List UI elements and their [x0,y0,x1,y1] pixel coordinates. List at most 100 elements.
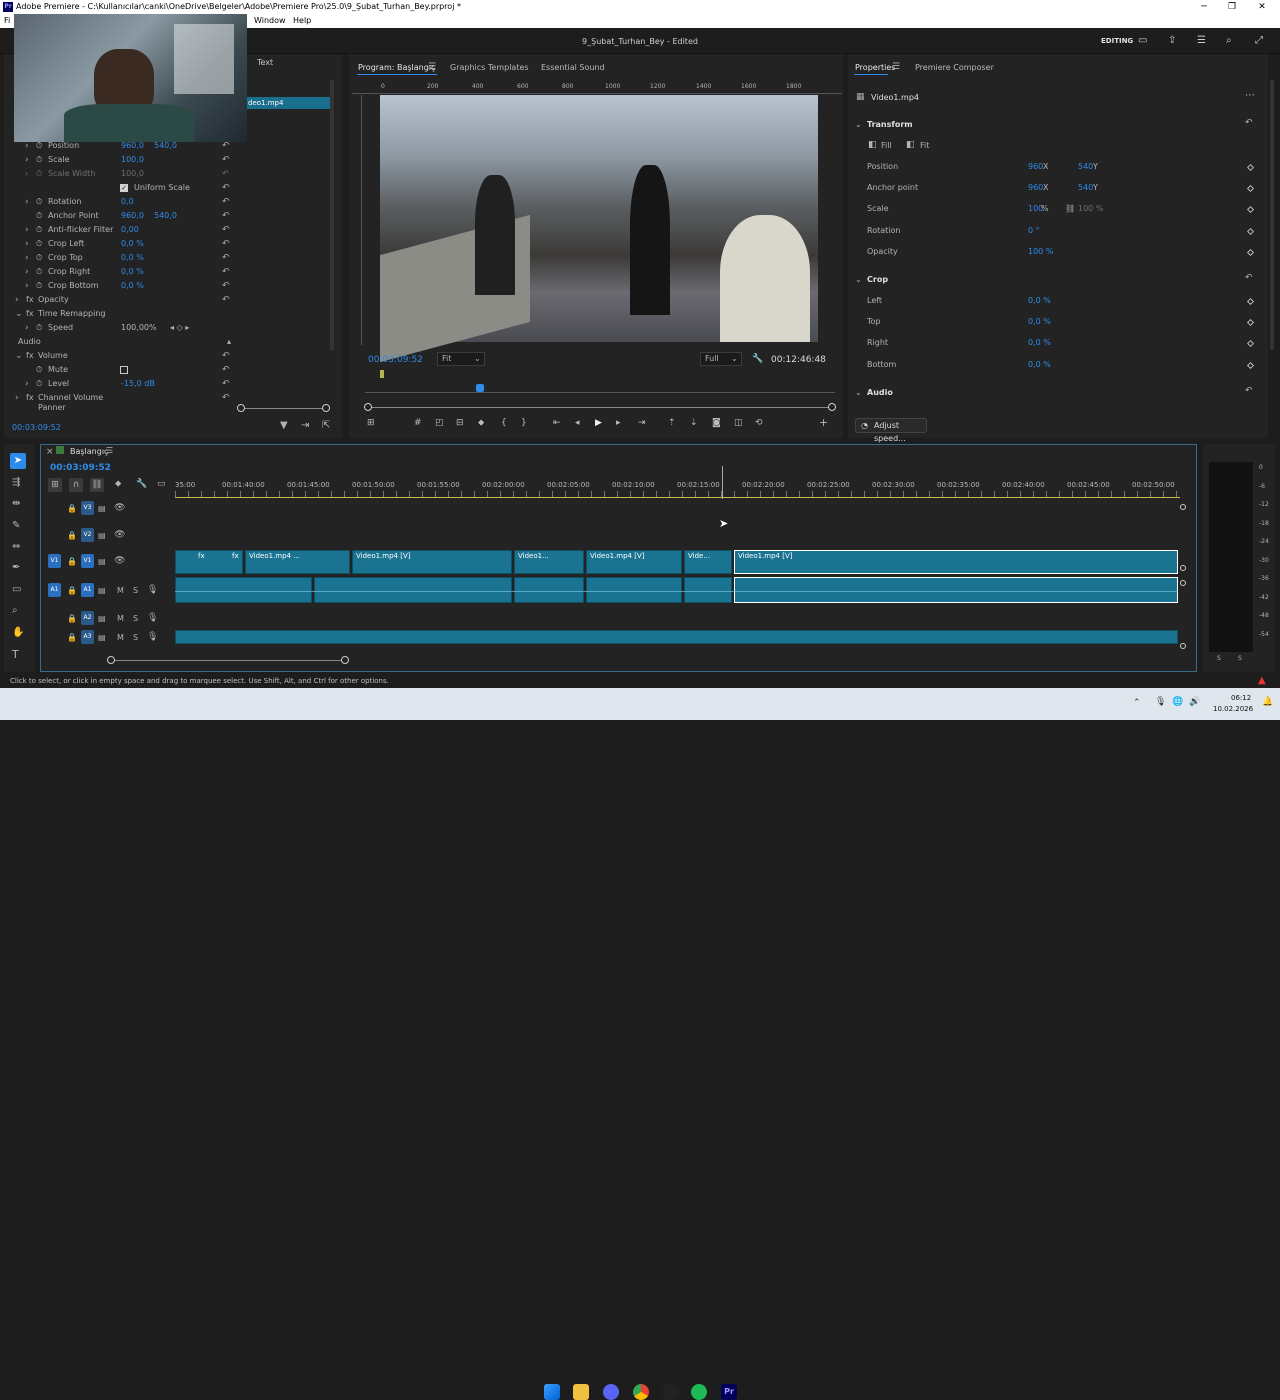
transform-chevron-icon[interactable]: ⌄ [855,120,862,129]
track-a2[interactable]: A2 [81,611,94,625]
solo-right-button[interactable]: S [1238,655,1242,662]
sync-icon[interactable]: ▤ [98,531,106,540]
grid-icon[interactable]: # [414,418,422,428]
track-a1[interactable]: A1 [81,583,94,597]
program-zoom-handle-left[interactable] [364,403,372,411]
tray-expand-icon[interactable]: ⌃ [1133,698,1141,708]
add-marker-icon[interactable]: ⬥ [115,479,121,489]
microphone-icon[interactable]: 🎙 [147,632,158,642]
track-v2[interactable]: V2 [81,528,94,542]
github-icon[interactable] [662,1384,678,1400]
video-clip-selected[interactable]: Video1.mp4 [V] [734,550,1178,574]
mark-in-icon[interactable]: { [501,418,507,428]
video-clip[interactable]: fx fx [175,550,243,574]
lock-icon[interactable]: 🔒 [67,633,77,642]
keyframe-icon[interactable] [1246,297,1255,306]
mute-checkbox[interactable] [120,366,128,374]
program-menu-icon[interactable]: ☰ [428,62,436,72]
workspace-label[interactable]: EDITING [1101,37,1133,45]
link-icon[interactable]: ⛓ [1065,199,1075,219]
keyframe-icon[interactable] [1246,184,1255,193]
mark-out-icon[interactable]: } [521,418,527,428]
minimize-icon[interactable]: ─ [1192,0,1216,14]
file-explorer-icon[interactable] [573,1384,589,1400]
captions-icon[interactable]: ▭ [157,479,166,489]
effect-zoom-handle-right[interactable] [322,404,330,412]
sync-icon[interactable]: ▤ [98,504,106,513]
eye-icon[interactable]: 👁 [114,530,125,540]
panel-scrollbar[interactable] [330,80,334,350]
adjust-speed-button[interactable]: ◔ Adjust speed... [855,418,927,443]
spotify-icon[interactable] [691,1384,707,1400]
clip-bar[interactable]: deo1.mp4 [246,97,332,109]
timeline-timecode[interactable]: 00:03:09:52 [50,463,111,473]
crop-chevron-icon[interactable]: ⌄ [855,275,862,284]
vertical-zoom-handle[interactable] [1180,580,1186,586]
program-zoom-bar[interactable] [368,407,830,408]
fullscreen-icon[interactable]: ⤢ [1255,35,1263,46]
sync-icon[interactable]: ▤ [98,557,106,566]
ripple-edit-icon[interactable]: ⇹ [12,498,20,509]
vr-icon[interactable]: ⟲ [755,418,763,428]
clock-time[interactable]: 06:12 [1231,694,1251,702]
timeline-scroll-left[interactable] [107,656,115,664]
menu-help[interactable]: Help [293,14,311,28]
tab-properties[interactable]: Properties [855,63,895,72]
insert-sequence-icon[interactable]: ⊞ [48,478,62,492]
add-button-icon[interactable]: + [819,416,828,429]
filter-icon[interactable]: ▼ [280,420,288,431]
hand-tool-icon[interactable]: ✋ [12,627,24,638]
zoom-dropdown[interactable]: Fit ⌄ [437,352,485,366]
video-clip[interactable]: Video1... [514,550,584,574]
discord-icon[interactable] [603,1384,619,1400]
solo-track-button[interactable]: S [133,586,138,595]
play-icon[interactable]: ▶ [595,418,602,428]
transform-reset-icon[interactable]: ↶ [1245,118,1253,128]
mute-track-button[interactable]: M [117,633,124,642]
fit-button[interactable]: Fit [920,141,929,150]
program-zoom-handle-right[interactable] [828,403,836,411]
timeline-scroll-bar[interactable] [111,660,345,661]
premiere-taskbar-icon[interactable]: Pr [721,1384,737,1400]
timeline-wrench-icon[interactable]: 🔧 [136,479,147,489]
video-clip[interactable]: Video1.mp4 [V] [352,550,512,574]
keyframe-icon[interactable] [1246,339,1255,348]
properties-menu-icon[interactable]: ☰ [892,62,900,72]
properties-scrollbar[interactable] [1270,80,1274,350]
keyframe-icon[interactable] [1246,361,1255,370]
search-icon[interactable]: ⌕ [1226,35,1232,46]
vertical-zoom-handle[interactable] [1180,643,1186,649]
effect-timecode[interactable]: 00:03:09:52 [12,423,61,432]
go-to-out-icon[interactable]: ⇥ [638,418,646,428]
step-forward-icon[interactable]: ▸ [616,418,621,428]
wrench-icon[interactable]: 🔧 [752,354,763,364]
audio-clip[interactable] [586,577,682,603]
step-back-icon[interactable]: ◂ [575,418,580,428]
solo-track-button[interactable]: S [133,614,138,623]
microphone-icon[interactable]: 🎙 [147,585,158,595]
pen-tool-icon[interactable]: ✒ [12,562,20,573]
audio-clip[interactable] [684,577,732,603]
linked-selection-icon[interactable]: ⛓ [90,478,104,492]
eye-icon[interactable]: 👁 [114,556,125,566]
timeline-playhead[interactable] [722,466,723,499]
export-icon[interactable]: ⇱ [322,420,330,431]
sequence-menu-icon[interactable]: ☰ [106,446,113,455]
clock-date[interactable]: 10.02.2026 [1213,705,1253,713]
rectangle-tool-icon[interactable]: ▭ [12,584,21,595]
mute-track-button[interactable]: M [117,586,124,595]
selection-tool-icon[interactable]: ➤ [10,453,26,469]
play-audio-icon[interactable]: ⇥ [301,420,309,431]
compare-icon[interactable]: ◫ [734,418,743,428]
vertical-zoom-handle[interactable] [1180,565,1186,571]
marker-icon[interactable]: ⬥ [478,418,484,428]
effect-zoom-handle-left[interactable] [237,404,245,412]
lock-icon[interactable]: 🔒 [67,531,77,540]
keyframe-icon[interactable] [1246,318,1255,327]
keyframe-icon[interactable] [1246,227,1255,236]
keyframe-icon[interactable] [1246,205,1255,214]
audio-clip-a3[interactable] [175,630,1178,644]
sync-icon[interactable]: ▤ [98,586,106,595]
restore-icon[interactable]: ❐ [1220,0,1244,14]
snapshot-icon[interactable]: ⊟ [456,418,464,428]
